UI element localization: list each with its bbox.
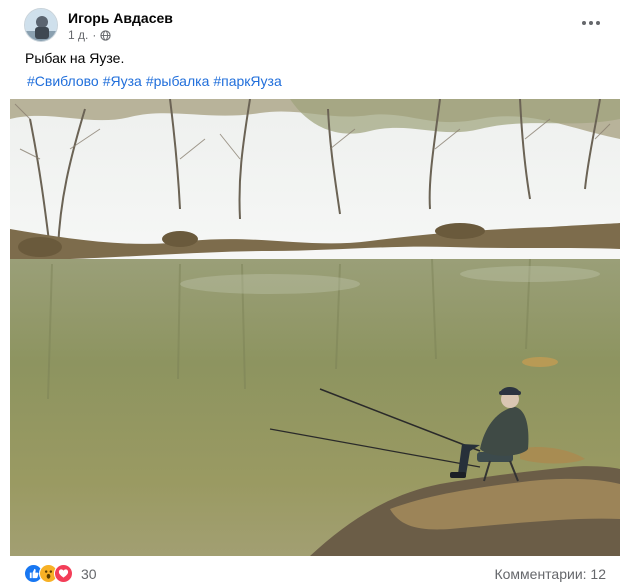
hashtags: #Свиблово #Яуза #рыбалка #паркЯуза (27, 73, 282, 89)
comments-count-link[interactable]: Комментарии: 12 (494, 566, 606, 582)
more-options-button[interactable] (578, 10, 604, 36)
hashtag-sviblovo[interactable]: #Свиблово (27, 73, 99, 89)
avatar[interactable] (24, 8, 58, 42)
post-time[interactable]: 1 д. (68, 28, 88, 42)
post-footer: 30 Комментарии: 12 (24, 564, 610, 586)
post-meta: 1 д. · (68, 28, 111, 42)
hashtag-fishing[interactable]: #рыбалка (146, 73, 210, 89)
hashtag-park-yauza[interactable]: #паркЯуза (213, 73, 281, 89)
author-name[interactable]: Игорь Авдасев (68, 10, 173, 26)
love-icon (54, 564, 73, 583)
globe-icon (100, 29, 111, 41)
post-photo[interactable] (10, 99, 620, 556)
hashtag-yauza[interactable]: #Яуза (103, 73, 142, 89)
post-text: Рыбак на Яузе. (25, 50, 125, 66)
reaction-count: 30 (81, 565, 97, 582)
more-dots-icon (582, 21, 600, 25)
post-header: Игорь Авдасев 1 д. · (24, 8, 610, 44)
reactions-summary[interactable]: 30 (24, 564, 97, 583)
post-card: Игорь Авдасев 1 д. · Рыбак на Яузе. #Сви… (10, 0, 620, 588)
